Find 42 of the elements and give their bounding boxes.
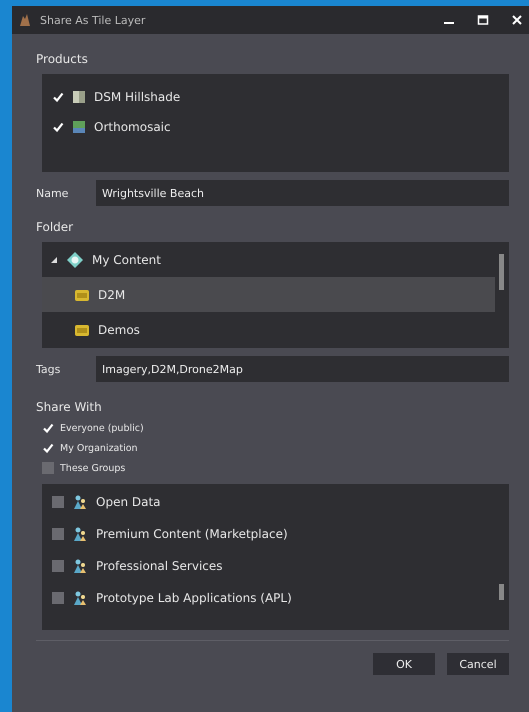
checkbox[interactable]: [42, 422, 54, 434]
name-field[interactable]: Wrightsville Beach: [96, 180, 509, 206]
tree-item[interactable]: D2M: [42, 277, 495, 312]
expand-caret-icon[interactable]: [50, 256, 58, 264]
app-icon: [18, 13, 32, 27]
section-label: Products: [36, 52, 88, 66]
dialog-button[interactable]: Cancel: [447, 653, 509, 675]
checkbox[interactable]: [42, 462, 54, 474]
group-name: Premium Content (Marketplace): [96, 527, 288, 541]
checkbox[interactable]: [42, 442, 54, 454]
maximize-icon[interactable]: [477, 14, 489, 26]
group-icon: [72, 494, 88, 510]
product-name: Orthomosaic: [94, 120, 171, 134]
product-name: DSM Hillshade: [94, 90, 180, 104]
checkbox-label: My Organization: [60, 442, 138, 454]
group-name: Prototype Lab Applications (APL): [96, 591, 292, 605]
layer-icon: [72, 120, 86, 134]
tags-field[interactable]: Imagery,D2M,Drone2Map: [96, 356, 509, 382]
checkbox[interactable]: [52, 528, 64, 540]
group-icon: [72, 526, 88, 542]
dialog-button[interactable]: OK: [373, 653, 435, 675]
layer-icon: [72, 90, 86, 104]
checkbox[interactable]: [52, 560, 64, 572]
checkbox[interactable]: [52, 121, 64, 133]
close-icon[interactable]: [511, 14, 523, 26]
group-name: Professional Services: [96, 559, 223, 573]
window-title: Share As Tile Layer: [40, 14, 146, 26]
checkbox-label: These Groups: [60, 462, 126, 474]
field-label: Tags: [36, 362, 62, 376]
globe-icon: [66, 250, 84, 268]
field-label: Name: [36, 186, 70, 200]
section-label: Share With: [36, 400, 102, 414]
tree-item[interactable]: My Content: [42, 242, 495, 277]
tree-item[interactable]: Demos: [42, 312, 495, 347]
checkbox[interactable]: [52, 91, 64, 103]
group-icon: [72, 558, 88, 574]
checkbox[interactable]: [52, 496, 64, 508]
group-icon: [72, 590, 88, 606]
checkbox-label: Everyone (public): [60, 422, 144, 434]
group-name: Open Data: [96, 495, 161, 509]
section-label: Folder: [36, 220, 74, 234]
checkbox[interactable]: [52, 592, 64, 604]
